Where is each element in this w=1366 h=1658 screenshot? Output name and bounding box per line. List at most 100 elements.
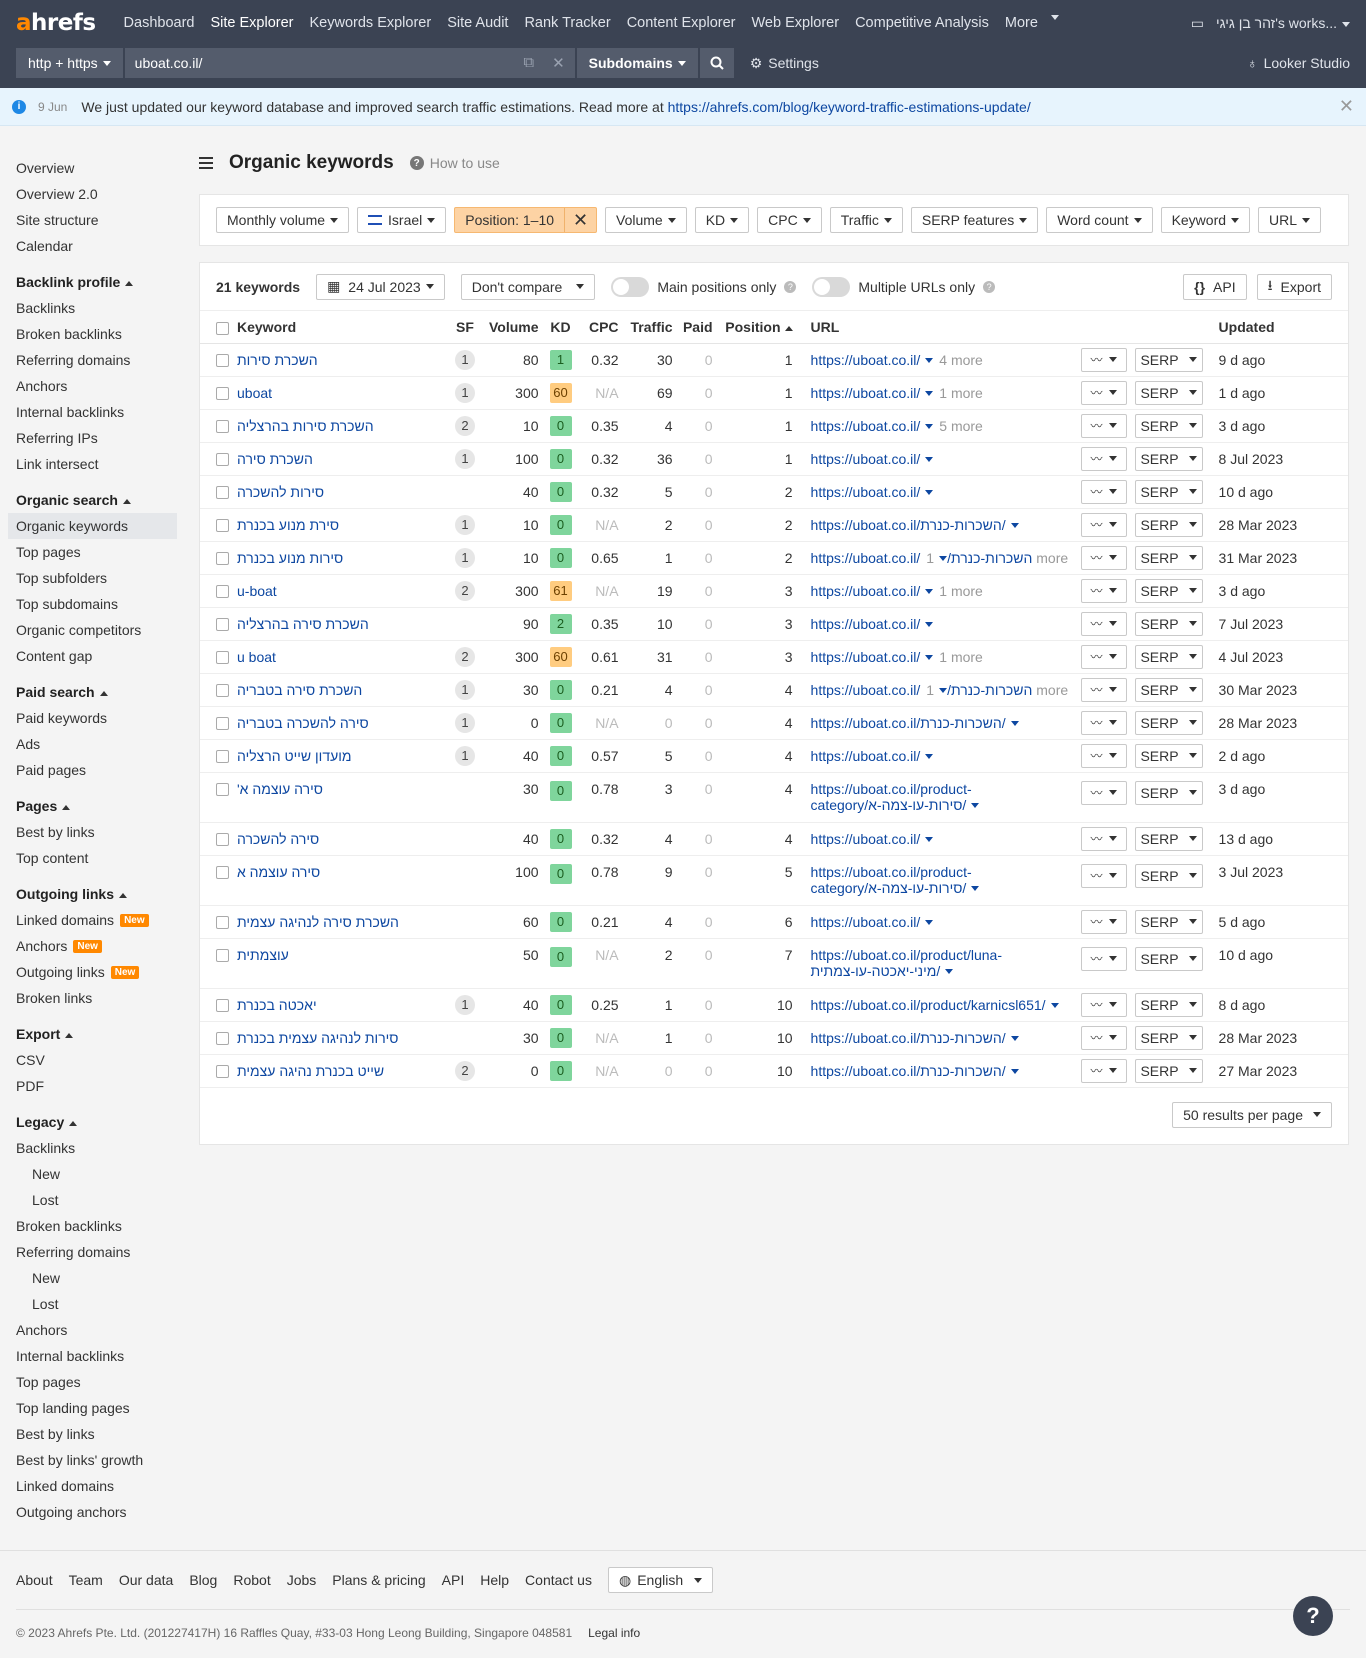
sidebar-item-backlinks[interactable]: Backlinks — [0, 1135, 185, 1161]
sidebar-item-best-by-links[interactable]: Best by links — [0, 1421, 185, 1447]
search-button[interactable] — [699, 48, 734, 78]
serp-button[interactable]: SERP — [1134, 710, 1203, 735]
trend-chart-button[interactable]: 〰 — [1080, 446, 1127, 471]
serp-features-count[interactable]: 1 — [455, 712, 475, 733]
col-traffic[interactable]: Traffic — [622, 311, 677, 344]
sidebar-section-export[interactable]: Export — [0, 1021, 185, 1047]
url-dropdown-icon[interactable] — [925, 457, 934, 463]
nav-more[interactable]: More — [997, 15, 1046, 31]
sidebar-section-pages[interactable]: Pages — [0, 793, 185, 819]
sidebar-item-anchors[interactable]: Anchors — [0, 1317, 185, 1343]
url-dropdown-icon[interactable] — [925, 589, 934, 595]
serp-button[interactable]: SERP — [1134, 611, 1203, 636]
keyword-link[interactable]: השכרת סירה — [237, 451, 313, 467]
url-link[interactable]: https://uboat.co.il/השכרות-כנרת/ — [811, 517, 1006, 533]
sidebar-item-csv[interactable]: CSV — [0, 1047, 185, 1073]
trend-chart-button[interactable]: 〰 — [1080, 992, 1127, 1017]
sidebar-item-organic-competitors[interactable]: Organic competitors — [0, 617, 185, 643]
sidebar-item-organic-keywords[interactable]: Organic keywords — [8, 513, 177, 539]
ahrefs-logo[interactable]: ahrefs — [16, 10, 96, 36]
sidebar-item-lost[interactable]: Lost — [0, 1291, 185, 1317]
serp-button[interactable]: SERP — [1134, 1025, 1203, 1050]
serp-features-count[interactable]: 1 — [455, 349, 475, 370]
keyword-link[interactable]: מועדון שייט הרצליה — [237, 748, 351, 764]
more-urls-link[interactable]: 1 more — [939, 649, 983, 665]
keyword-link[interactable]: סירה להשכרה בטבריה — [237, 715, 369, 731]
legal-info-link[interactable]: Legal info — [588, 1626, 640, 1640]
row-checkbox[interactable] — [216, 916, 229, 930]
close-icon[interactable]: ✕ — [1339, 96, 1354, 117]
trend-chart-button[interactable]: 〰 — [1080, 578, 1127, 603]
row-checkbox[interactable] — [216, 717, 229, 731]
serp-button[interactable]: SERP — [1134, 826, 1203, 851]
sidebar-item-backlinks[interactable]: Backlinks — [0, 295, 185, 321]
mode-select[interactable]: Subdomains — [576, 48, 698, 78]
trend-chart-button[interactable]: 〰 — [1080, 413, 1127, 438]
serp-button[interactable]: SERP — [1134, 545, 1203, 570]
sidebar-item-top-landing-pages[interactable]: Top landing pages — [0, 1395, 185, 1421]
url-link[interactable]: https://uboat.co.il/השכרות-כנרת/ — [811, 682, 1033, 698]
keyword-link[interactable]: סירה להשכרה — [237, 831, 319, 847]
trend-chart-button[interactable]: 〰 — [1080, 512, 1127, 537]
url-dropdown-icon[interactable] — [1010, 1036, 1019, 1042]
sidebar-item-best-by-links-growth[interactable]: Best by links' growth — [0, 1447, 185, 1473]
serp-button[interactable]: SERP — [1134, 1058, 1203, 1083]
filter-cpc[interactable]: CPC — [757, 207, 822, 233]
url-link[interactable]: https://uboat.co.il/ — [811, 451, 921, 467]
sidebar-item-broken-backlinks[interactable]: Broken backlinks — [0, 1213, 185, 1239]
sidebar-item-top-pages[interactable]: Top pages — [0, 539, 185, 565]
row-checkbox[interactable] — [216, 585, 229, 599]
sidebar-item-paid-keywords[interactable]: Paid keywords — [0, 705, 185, 731]
url-dropdown-icon[interactable] — [945, 969, 954, 975]
filter-position[interactable]: Position: 1–10 ✕ — [454, 207, 598, 233]
url-link[interactable]: https://uboat.co.il/ — [811, 385, 921, 401]
trend-chart-button[interactable]: 〰 — [1080, 644, 1127, 669]
url-dropdown-icon[interactable] — [925, 754, 934, 760]
filter-kd[interactable]: KD — [694, 207, 750, 233]
results-per-page-select[interactable]: 50 results per page — [1172, 1101, 1332, 1128]
row-checkbox[interactable] — [216, 866, 229, 880]
footer-link-help[interactable]: Help — [480, 1572, 509, 1588]
notice-link[interactable]: https://ahrefs.com/blog/keyword-traffic-… — [668, 99, 1031, 115]
row-checkbox[interactable] — [216, 618, 229, 632]
row-checkbox[interactable] — [216, 552, 229, 566]
url-link[interactable]: https://uboat.co.il/ — [811, 418, 921, 434]
sidebar-item-overview[interactable]: Overview — [0, 155, 185, 181]
sidebar-item-top-content[interactable]: Top content — [0, 845, 185, 871]
sidebar-item-broken-backlinks[interactable]: Broken backlinks — [0, 321, 185, 347]
sidebar-item-anchors[interactable]: Anchors New — [0, 933, 185, 959]
sidebar-item-top-subdomains[interactable]: Top subdomains — [0, 591, 185, 617]
filter-volume[interactable]: Volume — [605, 207, 687, 233]
url-dropdown-icon[interactable] — [925, 391, 934, 397]
serp-button[interactable]: SERP — [1134, 992, 1203, 1017]
sidebar-item-outgoing-links[interactable]: Outgoing links New — [0, 959, 185, 985]
url-link[interactable]: https://uboat.co.il/ — [811, 649, 921, 665]
trend-chart-button[interactable]: 〰 — [1080, 743, 1127, 768]
url-dropdown-icon[interactable] — [925, 920, 934, 926]
trend-chart-button[interactable]: 〰 — [1080, 863, 1127, 888]
sidebar-item-best-by-links[interactable]: Best by links — [0, 819, 185, 845]
api-button[interactable]: {} API — [1183, 273, 1247, 300]
serp-features-count[interactable]: 2 — [455, 415, 475, 436]
row-checkbox[interactable] — [216, 519, 229, 533]
sidebar-item-overview-2-0[interactable]: Overview 2.0 — [0, 181, 185, 207]
trend-chart-button[interactable]: 〰 — [1080, 909, 1127, 934]
sidebar-item-paid-pages[interactable]: Paid pages — [0, 757, 185, 783]
nav-competitive-analysis[interactable]: Competitive Analysis — [847, 15, 997, 31]
sidebar-item-new[interactable]: New — [0, 1265, 185, 1291]
row-checkbox[interactable] — [216, 1065, 229, 1079]
row-checkbox[interactable] — [216, 354, 229, 368]
url-link[interactable]: https://uboat.co.il/ — [811, 831, 921, 847]
serp-features-count[interactable]: 1 — [455, 679, 475, 700]
more-urls-link[interactable]: 1 more — [939, 583, 983, 599]
url-dropdown-icon[interactable] — [971, 886, 980, 892]
sidebar-item-referring-ips[interactable]: Referring IPs — [0, 425, 185, 451]
sidebar-item-internal-backlinks[interactable]: Internal backlinks — [0, 399, 185, 425]
footer-link-api[interactable]: API — [442, 1572, 465, 1588]
filter-traffic[interactable]: Traffic — [829, 207, 903, 233]
col-cpc[interactable]: CPC — [578, 311, 623, 344]
keyword-link[interactable]: עוצמתית — [237, 947, 289, 963]
footer-link-jobs[interactable]: Jobs — [287, 1572, 317, 1588]
trend-chart-button[interactable]: 〰 — [1080, 826, 1127, 851]
keyword-link[interactable]: u boat — [237, 649, 276, 665]
